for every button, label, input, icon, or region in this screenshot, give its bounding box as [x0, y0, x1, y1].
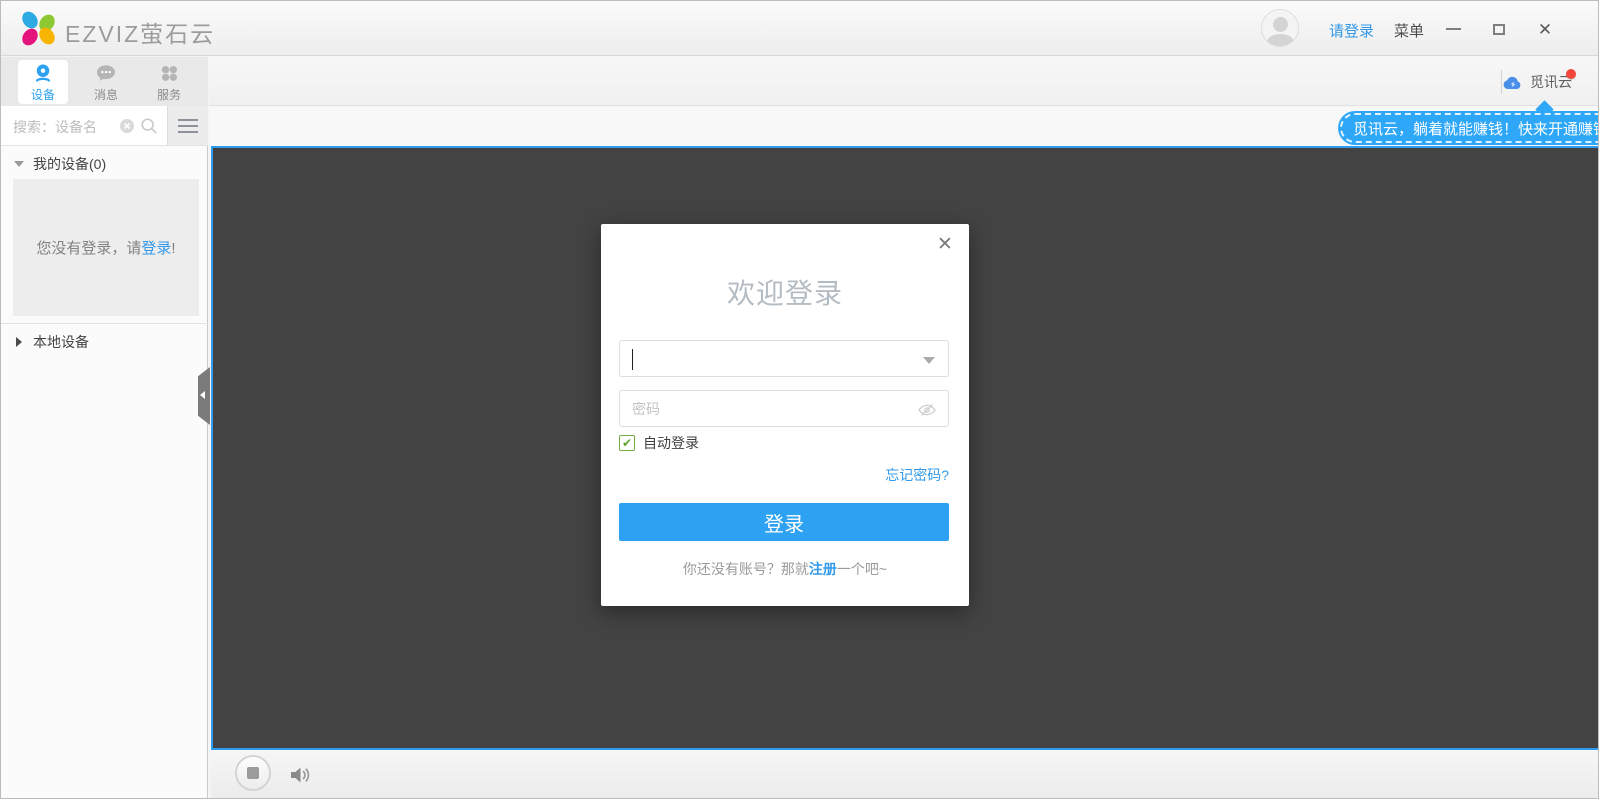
- local-devices-section-header[interactable]: 本地设备: [1, 323, 208, 359]
- chevron-down-icon: [14, 161, 24, 167]
- password-input[interactable]: [620, 391, 948, 426]
- avatar[interactable]: [1261, 9, 1299, 47]
- search-input[interactable]: 搜索：设备名: [13, 117, 97, 137]
- chat-bubble-icon: [95, 62, 117, 84]
- tab-devices[interactable]: 设备: [18, 60, 68, 104]
- collapse-arrow-icon: [200, 391, 205, 399]
- cloud-icon: [1502, 74, 1523, 90]
- top-toolbar: 觅讯云: [209, 57, 1599, 106]
- local-devices-label: 本地设备: [33, 332, 89, 352]
- login-hint-panel: 您没有登录，请登录!: [13, 179, 199, 316]
- ezviz-client-window: EZVIZ萤石云 请登录 菜单 ✕ 设备: [0, 0, 1599, 799]
- username-field-wrap: [619, 340, 949, 377]
- speaker-icon: [288, 763, 314, 787]
- volume-button[interactable]: [288, 763, 314, 787]
- login-button[interactable]: 登录: [619, 503, 949, 541]
- tab-messages[interactable]: 消息: [81, 60, 131, 104]
- password-field-wrap: [619, 390, 949, 427]
- notification-badge: [1566, 69, 1576, 79]
- password-visibility-icon[interactable]: [917, 400, 937, 420]
- tab-messages-label: 消息: [94, 86, 118, 103]
- maximize-button[interactable]: [1485, 15, 1513, 43]
- maximize-icon: [1493, 24, 1505, 35]
- ezviz-logo-icon: [21, 11, 57, 47]
- main-tabbar: 设备 消息 服务: [1, 57, 208, 106]
- titlebar-login-link[interactable]: 请登录: [1329, 20, 1374, 41]
- my-devices-label: 我的设备(0): [33, 154, 106, 174]
- my-devices-section-header[interactable]: 我的设备(0): [1, 148, 208, 180]
- chevron-right-icon: [16, 337, 22, 347]
- services-grid-icon: [158, 62, 180, 84]
- close-icon: ✕: [1538, 21, 1552, 38]
- auto-login-row: ✔ 自动登录: [619, 433, 699, 453]
- clear-search-icon[interactable]: [120, 119, 134, 133]
- login-dialog: ✕ 欢迎登录 ✔ 自动登录 忘记密码? 登录 你还没有账号？那就注册一个: [601, 224, 969, 606]
- webcam-icon: [32, 62, 54, 84]
- promo-bubble-text: 觅讯云，躺着就能赚钱！快来开通赚钱！: [1353, 118, 1599, 139]
- text-caret: [632, 349, 633, 370]
- username-input[interactable]: [620, 341, 948, 376]
- playback-controls: [211, 750, 1599, 799]
- cloud-service-button[interactable]: 觅讯云: [1502, 57, 1572, 106]
- search-icon[interactable]: [140, 117, 158, 135]
- forgot-password-link[interactable]: 忘记密码?: [885, 465, 949, 485]
- sidebar-login-link[interactable]: 登录: [141, 240, 171, 257]
- close-window-button[interactable]: ✕: [1531, 15, 1559, 43]
- register-hint: 你还没有账号？那就注册一个吧~: [601, 559, 969, 579]
- dialog-close-button[interactable]: ✕: [933, 232, 957, 256]
- titlebar: EZVIZ萤石云 请登录 菜单 ✕: [1, 1, 1599, 56]
- device-sidebar: 我的设备(0) 您没有登录，请登录! 本地设备: [1, 146, 208, 799]
- minimize-button[interactable]: [1439, 15, 1467, 43]
- login-hint-text: 您没有登录，请登录!: [36, 237, 175, 258]
- dialog-title: 欢迎登录: [601, 272, 969, 312]
- sidebar-collapse-handle[interactable]: [198, 367, 210, 425]
- app-title: EZVIZ萤石云: [65, 15, 215, 49]
- tab-services-label: 服务: [157, 86, 181, 103]
- register-link[interactable]: 注册: [809, 561, 837, 577]
- stop-button[interactable]: [235, 755, 271, 791]
- stop-icon: [247, 767, 259, 779]
- tab-services[interactable]: 服务: [144, 60, 194, 104]
- auto-login-label: 自动登录: [643, 433, 699, 453]
- tab-devices-label: 设备: [31, 86, 55, 103]
- username-dropdown-icon[interactable]: [923, 357, 935, 364]
- list-options-button[interactable]: [167, 106, 208, 145]
- cloud-promo-bubble[interactable]: 觅讯云，躺着就能赚钱！快来开通赚钱！: [1338, 111, 1599, 145]
- minimize-icon: [1446, 28, 1461, 30]
- auto-login-checkbox[interactable]: ✔: [619, 435, 635, 451]
- hamburger-icon: [178, 119, 198, 121]
- device-search-bar[interactable]: 搜索：设备名: [1, 106, 208, 146]
- menu-button[interactable]: 菜单: [1394, 20, 1424, 41]
